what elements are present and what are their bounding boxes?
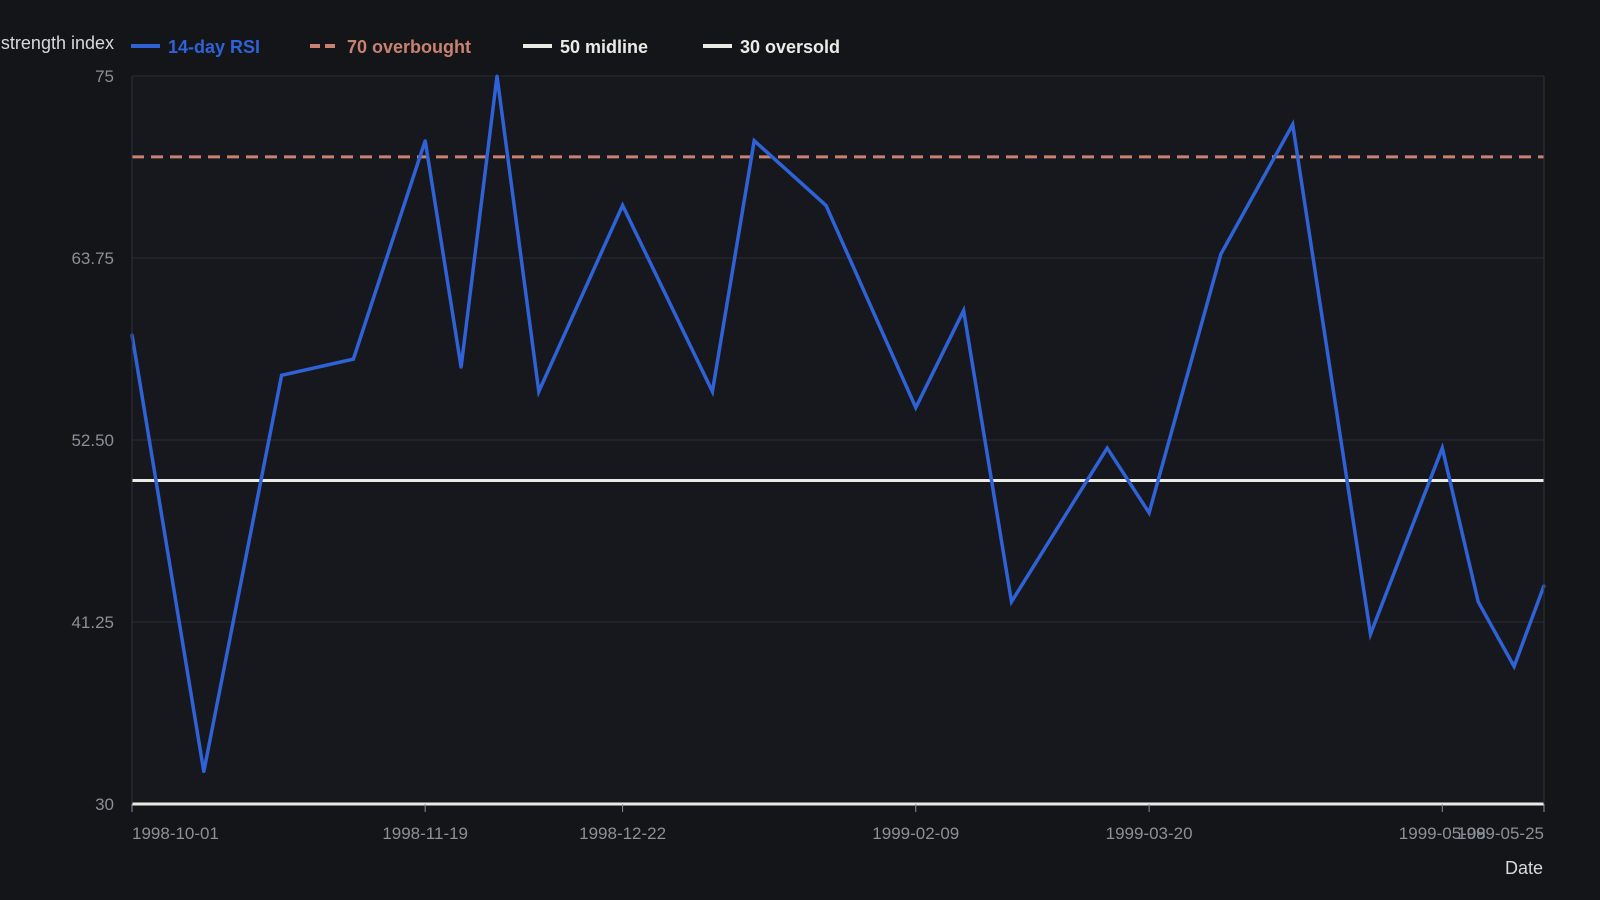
rsi-point: [1105, 446, 1109, 450]
rsi-point: [1440, 446, 1444, 450]
y-tick-label: 30: [95, 795, 114, 814]
rsi-point: [495, 74, 499, 78]
y-tick-label: 75: [95, 67, 114, 86]
rsi-point: [1368, 632, 1372, 636]
rsi-point: [202, 770, 206, 774]
x-tick-label: 1998-11-19: [382, 824, 468, 843]
rsi-point: [1010, 600, 1014, 604]
rsi-point: [423, 139, 427, 143]
rsi-point: [621, 203, 625, 207]
legend-item: 30 oversold: [703, 37, 840, 57]
legend-label: 30 oversold: [740, 37, 840, 57]
rsi-point: [1147, 511, 1151, 515]
rsi-point: [752, 139, 756, 143]
y-axis-label: Relative strength index: [0, 33, 114, 53]
legend-label: 50 midline: [560, 37, 648, 57]
rsi-point: [280, 373, 284, 377]
y-tick-label: 63.75: [71, 249, 114, 268]
legend-label: 14-day RSI: [168, 37, 260, 57]
legend-item: 50 midline: [523, 37, 648, 57]
rsi-point: [710, 389, 714, 393]
rsi-point: [1219, 252, 1223, 256]
legend-label: 70 overbought: [347, 37, 471, 57]
x-tick-label: 1998-10-01: [132, 824, 219, 843]
rsi-point: [1512, 664, 1516, 668]
rsi-point: [459, 365, 463, 369]
rsi-point: [351, 357, 355, 361]
grid: [132, 75, 1544, 805]
legend-item: 14-day RSI: [131, 37, 260, 57]
x-tick-label: 1999-02-09: [872, 824, 959, 843]
x-axis-label: Date: [1505, 858, 1543, 878]
y-tick-label: 52.50: [71, 431, 114, 450]
rsi-point: [962, 309, 966, 313]
rsi-point: [1291, 123, 1295, 127]
rsi-point: [914, 406, 918, 410]
rsi-point: [1476, 600, 1480, 604]
rsi-chart: 75 63.75 52.50 41.25 30 1998-10-01 1998-11-19 1…: [0, 33, 1546, 878]
rsi-point: [537, 389, 541, 393]
rsi-point: [824, 203, 828, 207]
x-tick-label: 1999-05-25: [1457, 824, 1544, 843]
legend-item: 70 overbought: [310, 37, 471, 57]
x-tick-label: 1998-12-22: [579, 824, 666, 843]
x-tick-label: 1999-03-20: [1106, 824, 1193, 843]
legend: 14-day RSI 70 overbought 50 midline 30 over…: [131, 37, 840, 57]
y-tick-label: 41.25: [71, 613, 114, 632]
